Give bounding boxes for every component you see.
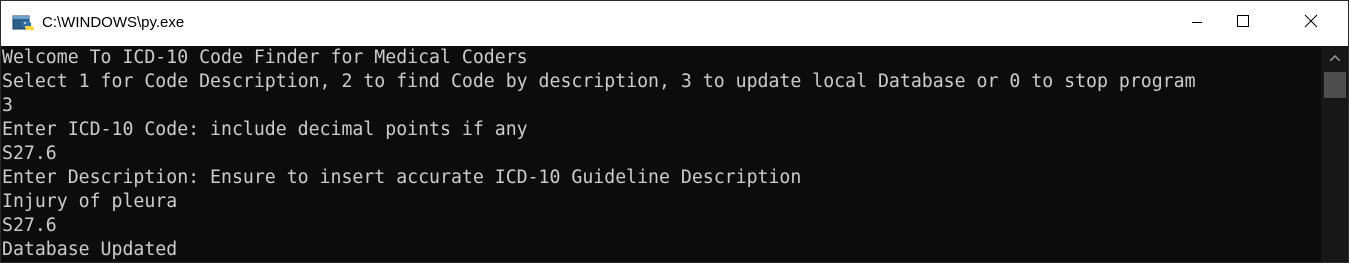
scroll-up-arrow-icon	[1328, 48, 1341, 66]
console-line: Select 1 for Code Description, 2 to find…	[2, 71, 1196, 92]
title-bar[interactable]: C:\WINDOWS\py.exe	[1, 1, 1348, 46]
close-button[interactable]	[1288, 1, 1334, 46]
vertical-scrollbar[interactable]	[1321, 46, 1348, 262]
console-line: Enter Description: Ensure to insert accu…	[2, 167, 802, 188]
scroll-up-button[interactable]	[1321, 46, 1348, 68]
close-icon	[1304, 14, 1318, 33]
console-output[interactable]: Welcome To ICD-10 Code Finder for Medica…	[1, 46, 1321, 262]
console-line: Injury of pleura	[2, 191, 178, 212]
minimize-icon	[1191, 15, 1203, 33]
scrollbar-thumb[interactable]	[1324, 72, 1346, 98]
console-line: S27.6	[2, 215, 57, 236]
python-console-icon[interactable]	[12, 13, 34, 33]
console-line: Enter ICD-10 Code: include decimal point…	[2, 119, 528, 140]
console-line: Welcome To ICD-10 Code Finder for Medica…	[2, 47, 528, 68]
maximize-button[interactable]	[1220, 1, 1266, 46]
console-window: C:\WINDOWS\py.exe Welcome To ICD-10 Code…	[0, 0, 1349, 263]
console-line: 3	[2, 95, 13, 116]
minimize-button[interactable]	[1174, 1, 1220, 46]
maximize-icon	[1236, 14, 1250, 33]
console-line: S27.6	[2, 143, 57, 164]
console-line: Database Updated	[2, 239, 178, 260]
window-title: C:\WINDOWS\py.exe	[42, 14, 185, 31]
